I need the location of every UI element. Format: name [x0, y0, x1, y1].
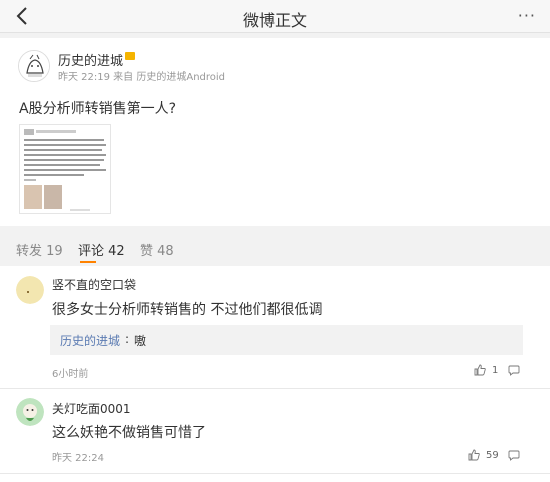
thumbs-up-icon [468, 449, 480, 461]
reply-author-link[interactable]: 历史的进城 [60, 332, 120, 349]
tab-reposts[interactable]: 转发 19 [16, 240, 63, 259]
more-options-icon[interactable]: ··· [518, 6, 536, 25]
reply-colon: : [125, 332, 130, 346]
commenter-name[interactable]: 竖不直的空口袋 [52, 276, 136, 293]
reply-box[interactable]: 历史的进城 : 嗷 [50, 325, 523, 355]
like-button[interactable]: 1 [474, 364, 498, 376]
comment-divider [0, 473, 550, 474]
avatar-drawing-icon [19, 51, 49, 81]
like-count: 1 [492, 364, 499, 376]
commenter-name[interactable]: 关灯吃面0001 [52, 400, 131, 417]
top-nav-bar: 微博正文 ··· [0, 0, 550, 33]
cartoon-avatar-icon [16, 398, 44, 426]
post-author-name[interactable]: 历史的进城 [58, 50, 123, 69]
active-tab-indicator [80, 261, 96, 263]
page-title: 微博正文 [242, 11, 307, 30]
moon-avatar-icon [16, 276, 44, 304]
post-card: 历史的进城 昨天 22:19 来自 历史的进城Android A股分析师转销售第… [0, 38, 550, 226]
tab-likes[interactable]: 赞 48 [140, 240, 174, 259]
reply-text: 嗷 [134, 334, 147, 348]
like-button[interactable]: 59 [468, 449, 499, 461]
commenter-avatar[interactable] [16, 276, 44, 304]
post-meta: 昨天 22:19 来自 历史的进城Android [58, 72, 226, 83]
comment-text: 这么妖艳不做销售可惜了 [52, 425, 206, 441]
comment-item: 关灯吃面0001 这么妖艳不做销售可惜了 昨天 22:24 59 [0, 389, 550, 482]
post-image-thumbnail[interactable] [19, 124, 111, 214]
vip-badge-icon [125, 52, 135, 60]
commenter-avatar[interactable] [16, 398, 44, 426]
post-text: A股分析师转销售第一人? [19, 101, 177, 117]
comment-text: 很多女士分析师转销售的 不过他们都很低调 [52, 302, 323, 318]
tab-bar: 转发 19 评论 42 赞 48 [0, 226, 550, 266]
thumbs-up-icon [474, 364, 486, 376]
author-avatar[interactable] [18, 50, 50, 82]
screenshot-thumbnail-image [20, 125, 110, 213]
like-count: 59 [486, 449, 499, 461]
comment-item: 竖不直的空口袋 很多女士分析师转销售的 不过他们都很低调 历史的进城 : 嗷 6… [0, 266, 550, 388]
reply-bubble-icon[interactable] [508, 449, 520, 461]
reply-bubble-icon[interactable] [508, 364, 520, 376]
comment-time: 6小时前 [52, 369, 89, 380]
comment-time: 昨天 22:24 [52, 453, 104, 464]
tab-comments[interactable]: 评论 42 [78, 240, 125, 259]
